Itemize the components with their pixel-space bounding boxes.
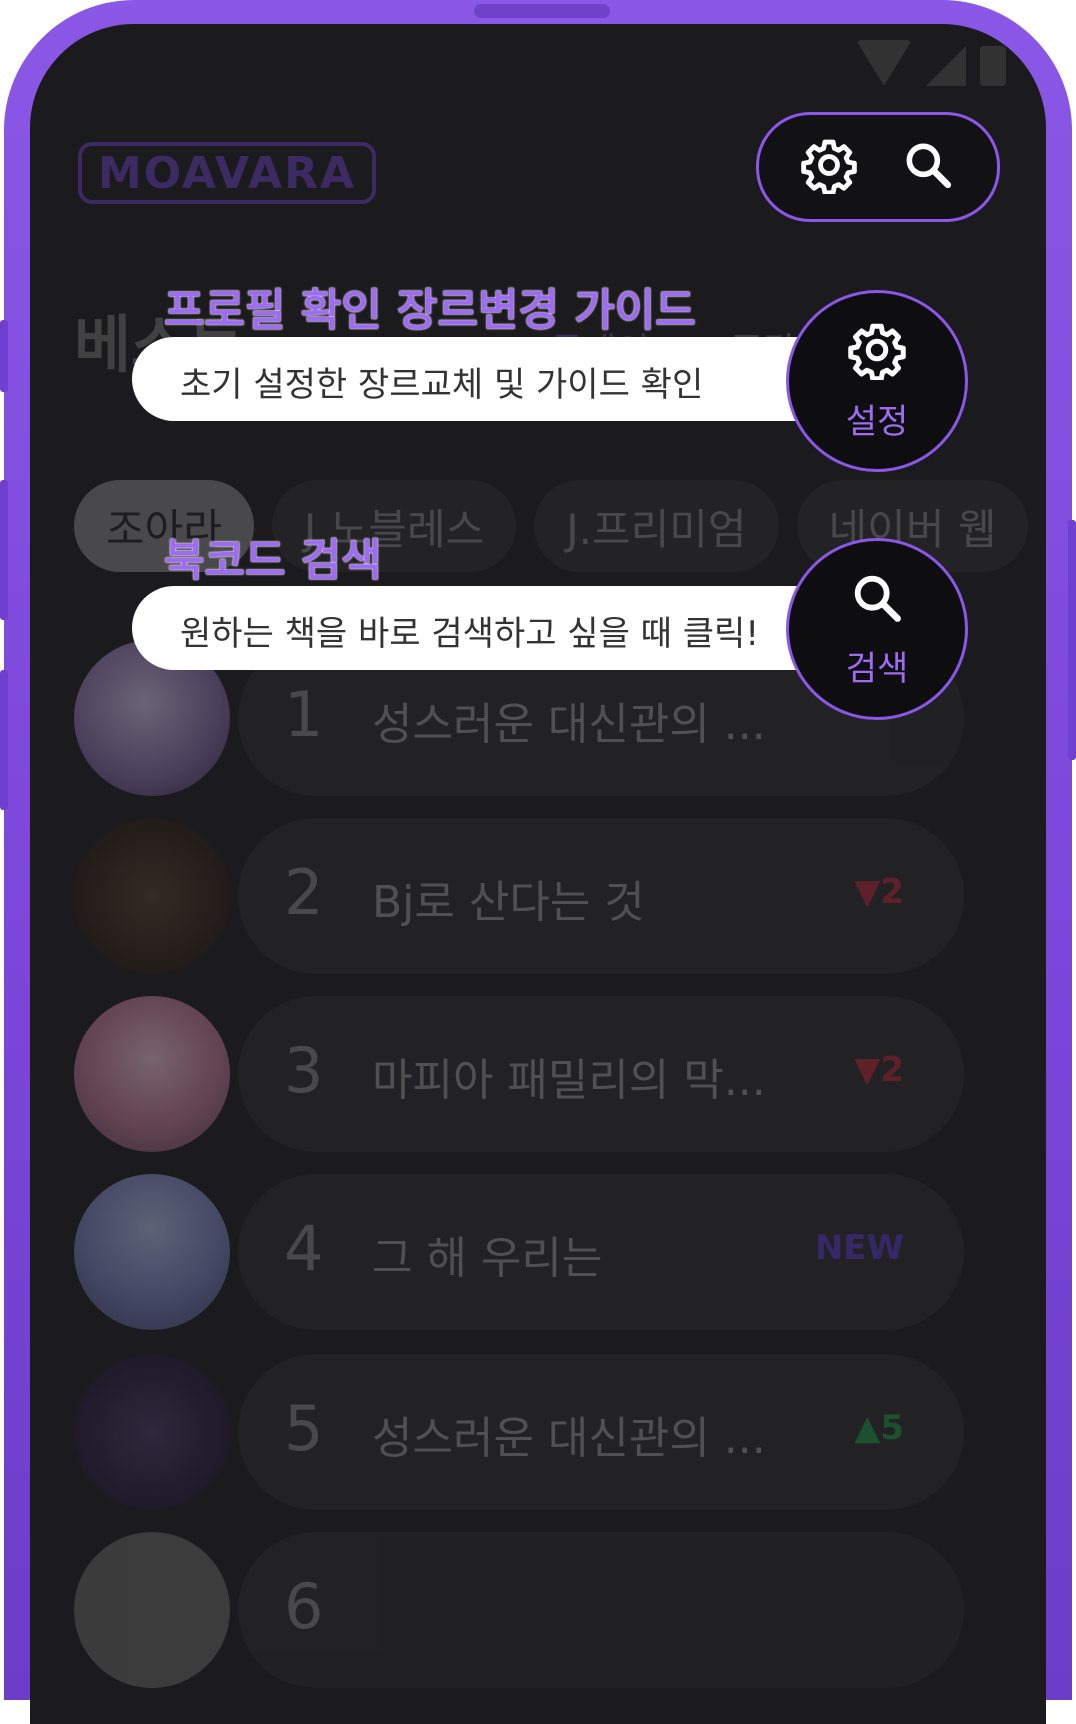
side-button-left-2 (0, 670, 8, 810)
search-button[interactable]: 검색 (786, 538, 968, 720)
chip-j-premium[interactable]: J.프리미엄 (534, 480, 779, 572)
settings-button[interactable]: 설정 (786, 290, 968, 472)
book-title: 마피아 패밀리의 막... (372, 1055, 766, 1106)
rank-change: ▲5 (854, 1408, 904, 1448)
book-title: Bj로 산다는 것 (372, 877, 645, 928)
side-button-left (0, 480, 8, 620)
wifi-icon (856, 40, 912, 86)
ranking-card: 5 성스러운 대신관의 ... ▲5 (238, 1354, 964, 1510)
book-cover (74, 1354, 230, 1510)
book-title: 성스러운 대신관의 ... (372, 699, 766, 750)
volume-button-left (0, 320, 8, 392)
search-icon[interactable] (900, 137, 956, 197)
rank-change: ▼2 (854, 1050, 904, 1090)
rank-number: 6 (284, 1570, 324, 1643)
settings-button-label: 설정 (845, 401, 909, 442)
rank-number: 5 (284, 1392, 324, 1465)
gear-icon[interactable] (800, 136, 858, 198)
gear-icon (847, 320, 907, 384)
app-logo: MOAVARA (78, 142, 376, 204)
ranking-row[interactable]: 2 Bj로 산다는 것 ▼2 (74, 818, 964, 974)
rank-number: 1 (284, 678, 324, 751)
book-cover (74, 1174, 230, 1330)
ranking-card: 3 마피아 패밀리의 막... ▼2 (238, 996, 964, 1152)
rank-change: ▼2 (854, 872, 904, 912)
settings-guide-title: 프로필 확인 장르변경 가이드 (164, 285, 696, 336)
settings-guide-bubble: 초기 설정한 장르교체 및 가이드 확인 (132, 337, 872, 421)
book-cover (74, 818, 230, 974)
phone-speaker (474, 4, 610, 18)
header-actions (756, 112, 1000, 222)
ranking-row[interactable]: 3 마피아 패밀리의 막... ▼2 (74, 996, 964, 1152)
settings-guide-description: 초기 설정한 장르교체 및 가이드 확인 (180, 365, 704, 405)
book-cover (74, 996, 230, 1152)
book-title: 성스러운 대신관의 ... (372, 1413, 766, 1464)
ranking-card: 4 그 해 우리는 NEW (238, 1174, 964, 1330)
book-cover (74, 1532, 230, 1688)
search-button-label: 검색 (845, 648, 909, 689)
ranking-card: 6 (238, 1532, 964, 1688)
status-bar (856, 40, 1006, 86)
book-title: 그 해 우리는 (372, 1233, 603, 1284)
rank-change: NEW (814, 1228, 904, 1268)
search-guide-bubble: 원하는 책을 바로 검색하고 싶을 때 클릭! (132, 586, 872, 670)
power-button-right (1068, 520, 1076, 760)
rank-number: 3 (284, 1034, 324, 1107)
battery-icon (980, 46, 1006, 86)
ranking-row[interactable]: 6 (74, 1532, 964, 1688)
ranking-card: 2 Bj로 산다는 것 ▼2 (238, 818, 964, 974)
rank-number: 2 (284, 856, 324, 929)
ranking-row[interactable]: 5 성스러운 대신관의 ... ▲5 (74, 1354, 964, 1510)
search-icon (848, 569, 906, 631)
search-guide-title: 북코드 검색 (164, 535, 382, 586)
ranking-row[interactable]: 4 그 해 우리는 NEW (74, 1174, 964, 1330)
search-guide-description: 원하는 책을 바로 검색하고 싶을 때 클릭! (180, 614, 759, 654)
signal-icon (926, 46, 966, 86)
rank-number: 4 (284, 1212, 324, 1285)
phone-screen: MOAVARA 베스트 투데이 주간 조아라 J.노블레스 J.프리미엄 네이버… (30, 24, 1046, 1724)
